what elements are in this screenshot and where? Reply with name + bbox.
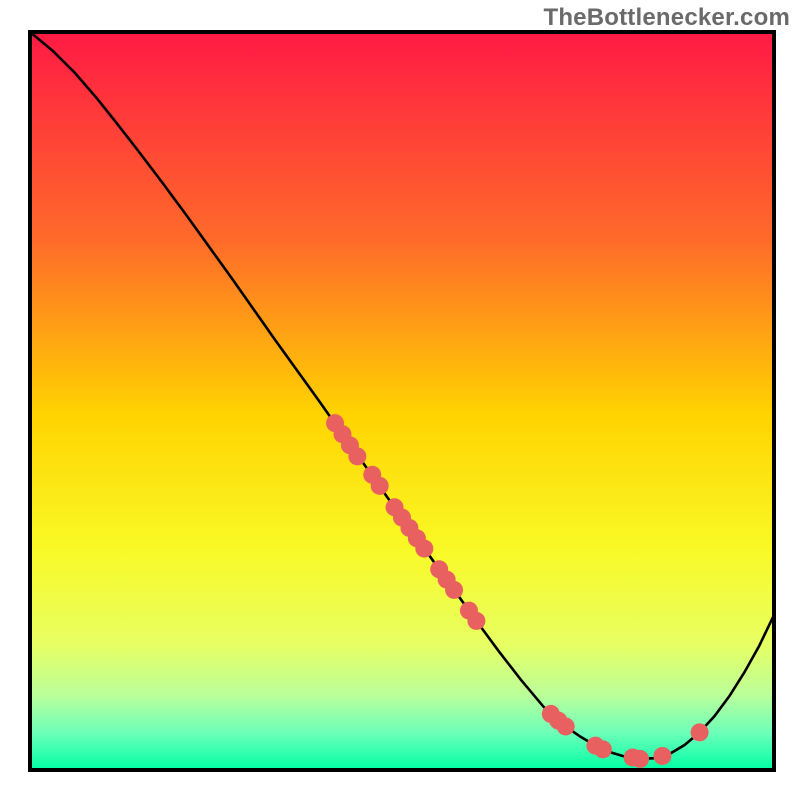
- scatter-point: [631, 750, 649, 768]
- scatter-point: [371, 477, 389, 495]
- scatter-point: [653, 747, 671, 765]
- scatter-point: [691, 723, 709, 741]
- plot-gradient-bg: [30, 32, 774, 770]
- scatter-point: [467, 612, 485, 630]
- attribution-text: TheBottlenecker.com: [543, 4, 790, 32]
- bottleneck-chart: [0, 0, 800, 800]
- scatter-point: [594, 740, 612, 758]
- scatter-point: [445, 581, 463, 599]
- scatter-point: [557, 717, 575, 735]
- scatter-point: [415, 540, 433, 558]
- scatter-point: [348, 447, 366, 465]
